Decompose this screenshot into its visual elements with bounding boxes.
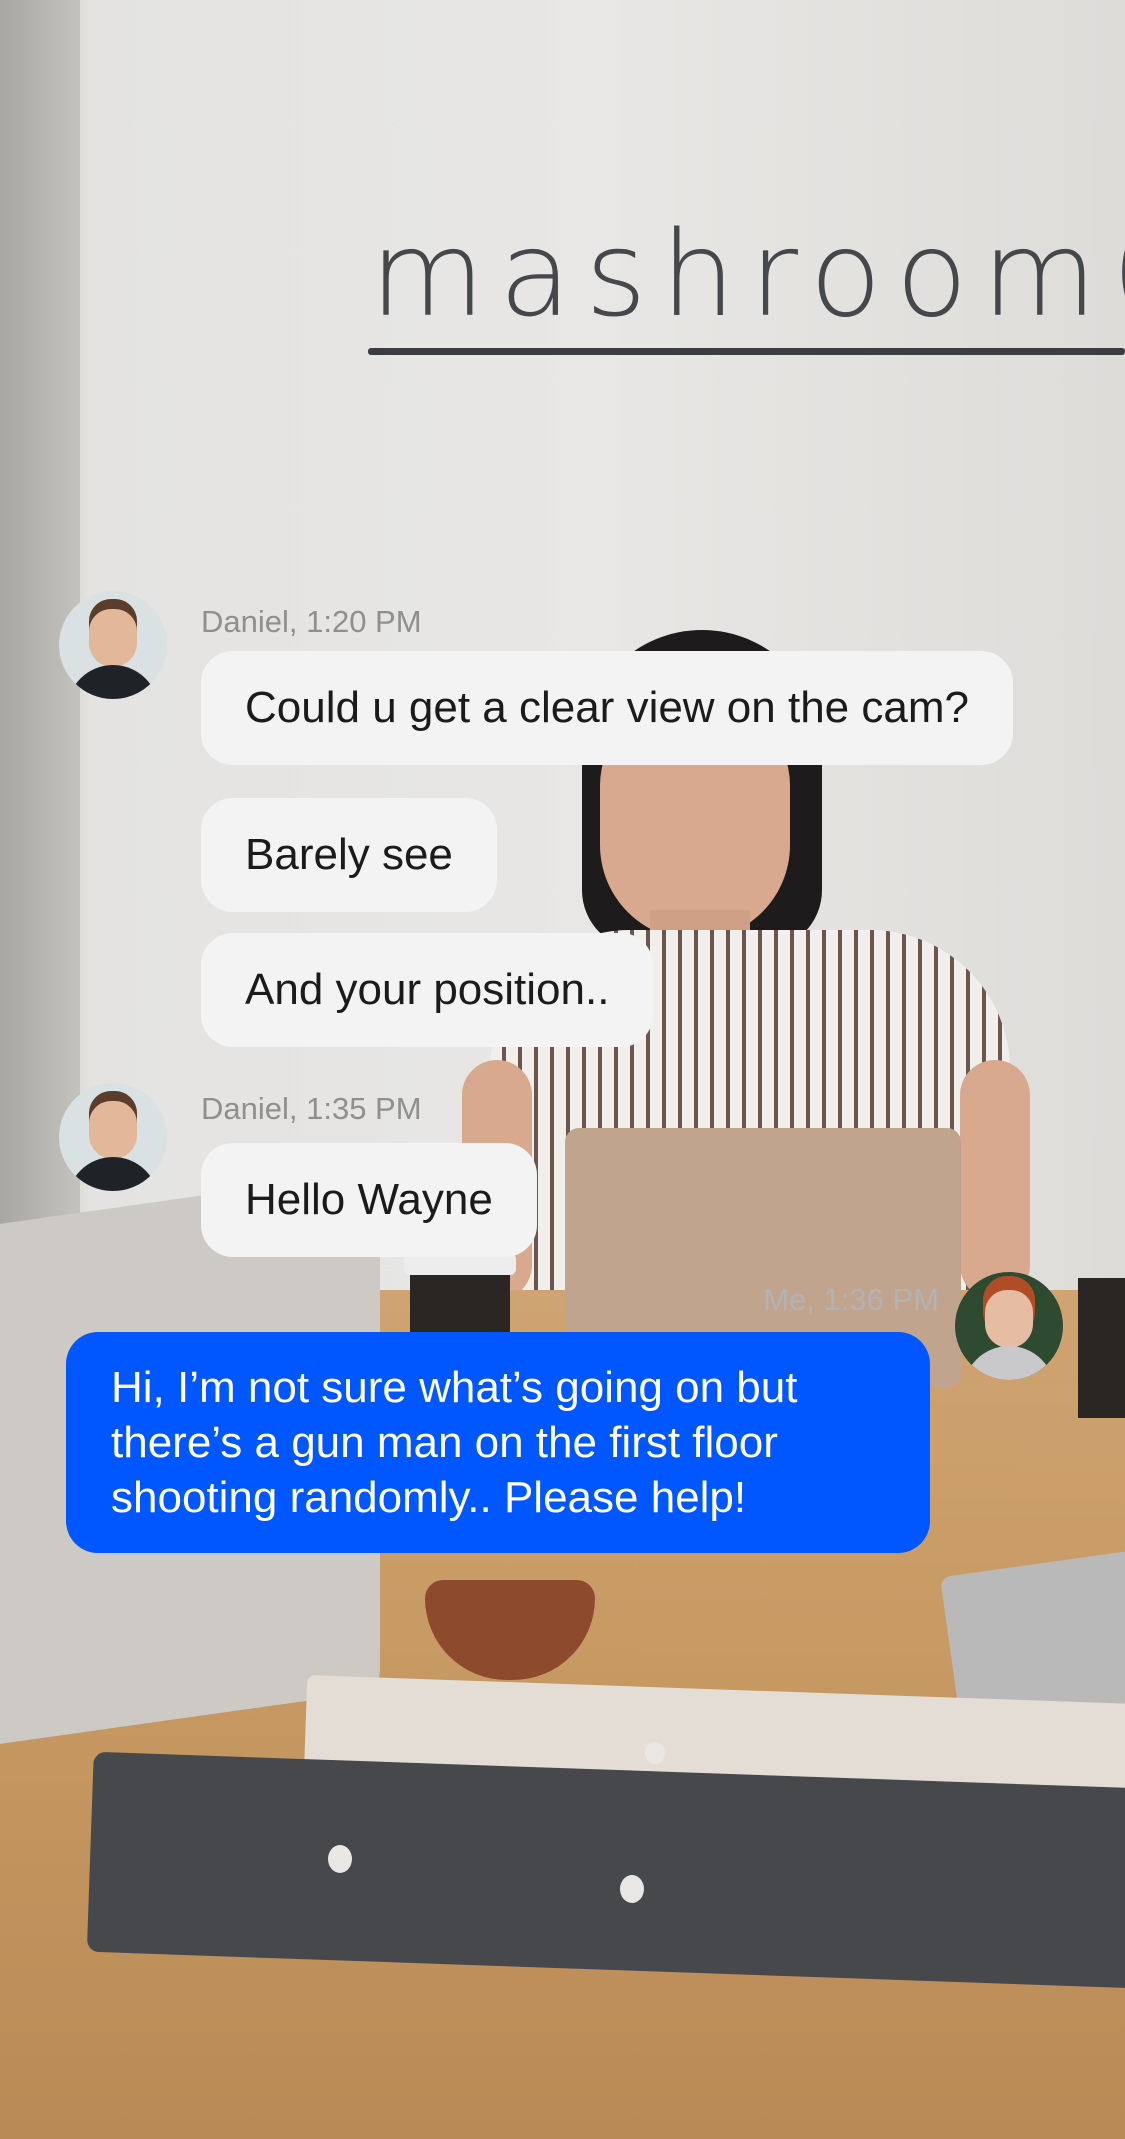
outgoing-message-bubble[interactable]: Hi, I’m not sure what’s going on but the… <box>66 1332 930 1553</box>
avatar-daniel[interactable] <box>59 591 167 699</box>
binder-ring <box>328 1845 352 1873</box>
wall-sign: mashroom6 <box>370 205 1125 343</box>
message-bubble[interactable]: Hello Wayne <box>201 1143 537 1257</box>
avatar-face <box>89 609 137 667</box>
coffee-cup-right <box>1078 1278 1125 1418</box>
message-bubble[interactable]: Barely see <box>201 798 497 912</box>
message-line: shooting randomly.. Please help! <box>111 1473 747 1522</box>
message-line: Hi, I’m not sure what’s going on but <box>111 1363 798 1412</box>
message-line: there’s a gun man on the first floor <box>111 1418 778 1467</box>
binder-ring <box>645 1742 665 1764</box>
avatar-me[interactable] <box>955 1272 1063 1380</box>
message-bubble[interactable]: Could u get a clear view on the cam? <box>201 651 1013 765</box>
background-photo: mashroom6 <box>0 0 1125 2139</box>
sender-meta: Me, 1:36 PM <box>763 1282 939 1317</box>
dark-binder <box>86 1751 1125 1989</box>
message-bubble[interactable]: And your position.. <box>201 933 654 1047</box>
woman-right-arm <box>960 1060 1030 1300</box>
binder-ring <box>620 1875 644 1903</box>
avatar-face <box>89 1101 137 1159</box>
avatar-face <box>985 1290 1033 1348</box>
avatar-daniel[interactable] <box>59 1083 167 1191</box>
wall-sign-rail <box>368 348 1125 355</box>
sender-meta: Daniel, 1:20 PM <box>201 604 422 639</box>
sender-meta: Daniel, 1:35 PM <box>201 1091 422 1126</box>
